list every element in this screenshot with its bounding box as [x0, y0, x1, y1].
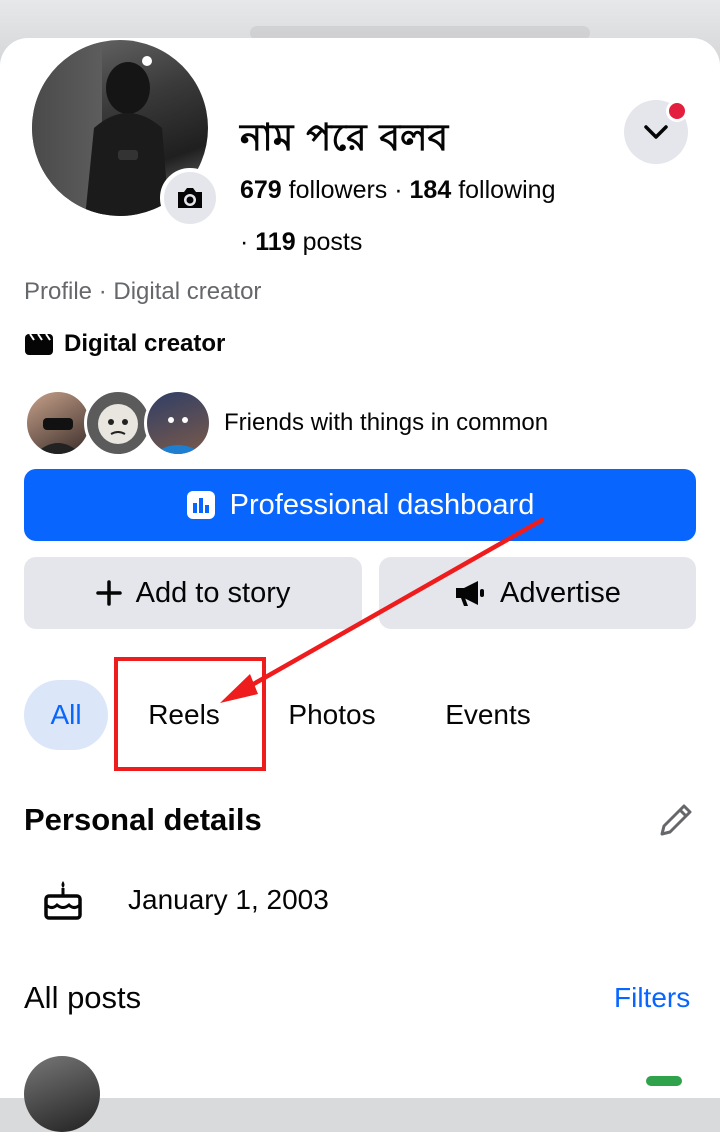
notification-dot [666, 100, 688, 122]
posts-prefix: · [240, 228, 256, 256]
birthday-text: January 1, 2003 [128, 884, 329, 915]
personal-details-title: Personal details [24, 802, 262, 837]
add-to-story-button[interactable]: Add to story [24, 557, 362, 629]
profile-category: Profile · Digital creator [24, 278, 262, 305]
annotation-highlight-box [114, 657, 266, 771]
tab-events[interactable]: Events [434, 680, 542, 750]
creator-badge-row: Digital creator [24, 330, 225, 358]
change-photo-camera-button[interactable] [160, 168, 220, 228]
professional-dashboard-button[interactable]: Professional dashboard [24, 469, 696, 541]
plus-icon [95, 580, 122, 606]
add-to-story-label: Add to story [135, 576, 291, 609]
mutual-friends-row[interactable]: Friends with things in common [24, 389, 549, 457]
friend-avatar [24, 389, 92, 457]
creator-label: Digital creator [64, 330, 226, 357]
followers-count[interactable]: 679 [240, 176, 282, 204]
friend-avatar [144, 389, 212, 457]
profile-avatar-wrapper[interactable] [32, 40, 220, 228]
tab-all[interactable]: All [24, 680, 108, 750]
profile-sheet: নাম পরে বলব 679 followers · 184 followin… [0, 38, 720, 1132]
clapperboard-icon [25, 333, 53, 355]
following-label: following [451, 176, 556, 204]
advertise-label: Advertise [500, 576, 621, 609]
chevron-down-icon [644, 125, 668, 139]
birthday-row: January 1, 2003 [42, 870, 329, 930]
followers-label: followers · [281, 176, 410, 204]
dashboard-label: Professional dashboard [229, 488, 535, 521]
tab-photos[interactable]: Photos [276, 680, 388, 750]
birthday-cake-icon [44, 881, 82, 920]
camera-icon [178, 188, 202, 208]
online-status-indicator [646, 1076, 682, 1086]
profile-options-button[interactable] [624, 100, 688, 164]
post-stats: · 119 posts [240, 228, 362, 257]
filters-link[interactable]: Filters [614, 982, 690, 1014]
dashboard-chart-icon [186, 491, 215, 519]
friend-avatar [84, 389, 152, 457]
profile-name: নাম পরে বলব [240, 116, 449, 159]
advertise-button[interactable]: Advertise [379, 557, 696, 629]
follow-stats[interactable]: 679 followers · 184 following [240, 176, 555, 205]
megaphone-icon [456, 581, 485, 606]
edit-pencil-icon[interactable] [656, 800, 696, 840]
posts-label: posts [295, 228, 363, 256]
post-author-avatar[interactable] [24, 1056, 100, 1132]
mutual-friends-text: Friends with things in common [224, 409, 549, 436]
posts-count: 119 [255, 228, 296, 256]
all-posts-title: All posts [24, 980, 142, 1015]
following-count[interactable]: 184 [410, 176, 452, 204]
